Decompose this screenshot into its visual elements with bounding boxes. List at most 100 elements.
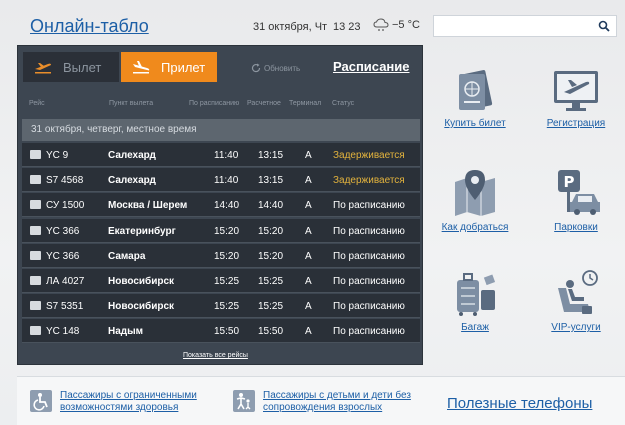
flight-number: YC 9 <box>46 150 69 161</box>
flight-estimated-time: 14:40 <box>258 200 284 212</box>
flight-number: ЛА 4027 <box>46 276 85 287</box>
flight-number: S7 5351 <box>46 301 84 313</box>
service-directions[interactable]: Как добраться <box>430 168 520 233</box>
flight-scheduled-time: 11:40 <box>214 150 239 161</box>
search-icon[interactable] <box>598 20 610 32</box>
flight-estimated-time: 13:15 <box>258 150 284 161</box>
useful-phones-link[interactable]: Полезные телефоны <box>447 395 592 412</box>
airline-logo-icon <box>30 276 41 285</box>
flight-status: По расписанию <box>333 301 405 313</box>
flight-origin: Салехард <box>108 150 156 161</box>
passport-icon <box>459 70 493 110</box>
col-terminal: Терминал <box>289 100 322 107</box>
flight-estimated-time: 15:20 <box>258 225 284 237</box>
family-icon <box>233 390 255 412</box>
airline-logo-icon <box>30 225 41 235</box>
airline-logo-icon <box>30 200 41 210</box>
flight-terminal: A <box>305 175 312 187</box>
flight-number: YC 148 <box>46 326 80 338</box>
flight-origin: Надым <box>108 326 144 338</box>
flight-scheduled-time: 15:20 <box>214 225 240 237</box>
monitor-plane-icon <box>554 71 598 111</box>
directions-link[interactable]: Как добраться <box>430 222 520 233</box>
service-parking[interactable]: P Парковки <box>531 168 621 233</box>
airline-logo-icon <box>30 326 41 336</box>
tab-arrival-label: Прилет <box>161 59 206 75</box>
flight-origin: Самара <box>108 250 146 262</box>
flight-status: По расписанию <box>333 250 405 262</box>
search-input[interactable] <box>434 16 594 36</box>
flight-row[interactable]: YC 366 Екатеринбург 15:20 15:20 A По расписан… <box>22 218 420 243</box>
col-flight: Рейс <box>29 100 45 107</box>
search-box[interactable] <box>433 15 617 37</box>
col-status: Статус <box>332 100 355 107</box>
flight-estimated-time: 15:25 <box>258 301 284 313</box>
current-date: 31 октября, Чт <box>253 21 328 33</box>
flight-row[interactable]: YC 9 Салехард 11:40 13:15 A Задерживается <box>22 143 420 167</box>
current-time: 13 23 <box>333 21 361 33</box>
service-checkin[interactable]: Регистрация <box>531 68 621 129</box>
flight-number: S7 4568 <box>46 175 84 187</box>
disabled-passengers-text: Пассажиры с ограниченными возможностями … <box>60 390 197 413</box>
plane-takeoff-icon <box>35 63 51 74</box>
children-passengers-text: Пассажиры с детьми и дети без сопровожде… <box>263 390 411 413</box>
flight-origin: Екатеринбург <box>108 225 176 237</box>
refresh-button[interactable]: Обновить <box>251 63 300 73</box>
flight-scheduled-time: 15:25 <box>214 276 240 287</box>
flight-estimated-time: 15:25 <box>258 276 284 287</box>
col-origin: Пункт вылета <box>109 100 154 107</box>
service-buy-ticket[interactable]: Купить билет <box>430 68 520 129</box>
tab-arrival[interactable]: Прилет <box>121 52 217 82</box>
flight-scheduled-time: 15:20 <box>214 250 240 262</box>
weather: −5 °С <box>373 18 420 32</box>
flight-scheduled-time: 15:25 <box>214 301 240 313</box>
flight-origin: Салехард <box>108 175 156 187</box>
flight-terminal: A <box>305 225 312 237</box>
flight-terminal: A <box>305 200 312 212</box>
flight-number: YC 366 <box>46 225 80 237</box>
cloud-snow-icon <box>373 18 389 31</box>
map-pin-icon <box>455 170 495 216</box>
flight-terminal: A <box>305 150 312 161</box>
flight-estimated-time: 15:20 <box>258 250 284 262</box>
airline-logo-icon <box>30 150 41 159</box>
checkin-link[interactable]: Регистрация <box>531 118 621 129</box>
flight-status: По расписанию <box>333 200 405 212</box>
flight-status: Задерживается <box>333 150 405 161</box>
flight-estimated-time: 13:15 <box>258 175 284 187</box>
flight-scheduled-time: 11:40 <box>214 175 239 187</box>
refresh-icon <box>251 63 261 73</box>
parking-car-icon: P <box>558 170 600 215</box>
flight-row[interactable]: S7 4568 Салехард 11:40 13:15 A Задерживается <box>22 168 420 193</box>
show-all-flights-link[interactable]: Показать все рейсы <box>183 352 248 359</box>
service-vip[interactable]: VIP-услуги <box>531 268 621 333</box>
flight-status: По расписанию <box>333 276 405 287</box>
flight-row[interactable]: СУ 1500 Москва / Шерем 14:40 14:40 A По распи… <box>22 193 420 218</box>
airline-logo-icon <box>30 250 41 260</box>
flight-origin: Новосибирск <box>108 301 175 313</box>
tab-departure[interactable]: Вылет <box>23 52 119 82</box>
col-estimated: Расчетное <box>247 100 281 107</box>
children-passengers-link[interactable]: Пассажиры с детьми и дети без сопровожде… <box>233 390 423 414</box>
buy-ticket-link[interactable]: Купить билет <box>430 118 520 129</box>
vip-link[interactable]: VIP-услуги <box>531 322 621 333</box>
flight-origin: Москва / Шерем <box>108 200 188 212</box>
flight-status: По расписанию <box>333 225 405 237</box>
baggage-link[interactable]: Багаж <box>430 322 520 333</box>
flight-row[interactable]: S7 5351 Новосибирск 15:25 15:25 A По расписан… <box>22 294 420 319</box>
flight-origin: Новосибирск <box>108 276 175 287</box>
plane-landing-icon <box>133 61 150 74</box>
flight-row[interactable]: YC 366 Самара 15:20 15:20 A По расписанию <box>22 243 420 268</box>
airline-logo-icon <box>30 175 41 185</box>
flight-row[interactable]: ЛА 4027 Новосибирск 15:25 15:25 A По расписан… <box>22 269 420 293</box>
schedule-link[interactable]: Расписание <box>333 59 410 74</box>
wheelchair-icon <box>30 390 52 412</box>
flight-row[interactable]: YC 148 Надым 15:50 15:50 A По расписанию <box>22 319 420 344</box>
service-baggage[interactable]: Багаж <box>430 268 520 333</box>
svg-text:P: P <box>564 173 575 191</box>
flight-board: Вылет Прилет Обновить Расписание Рейс Пу… <box>17 45 423 365</box>
page-title[interactable]: Онлайн-табло <box>30 16 149 37</box>
disabled-passengers-link[interactable]: Пассажиры с ограниченными возможностями … <box>30 390 216 414</box>
flight-terminal: A <box>305 301 312 313</box>
parking-link[interactable]: Парковки <box>531 222 621 233</box>
